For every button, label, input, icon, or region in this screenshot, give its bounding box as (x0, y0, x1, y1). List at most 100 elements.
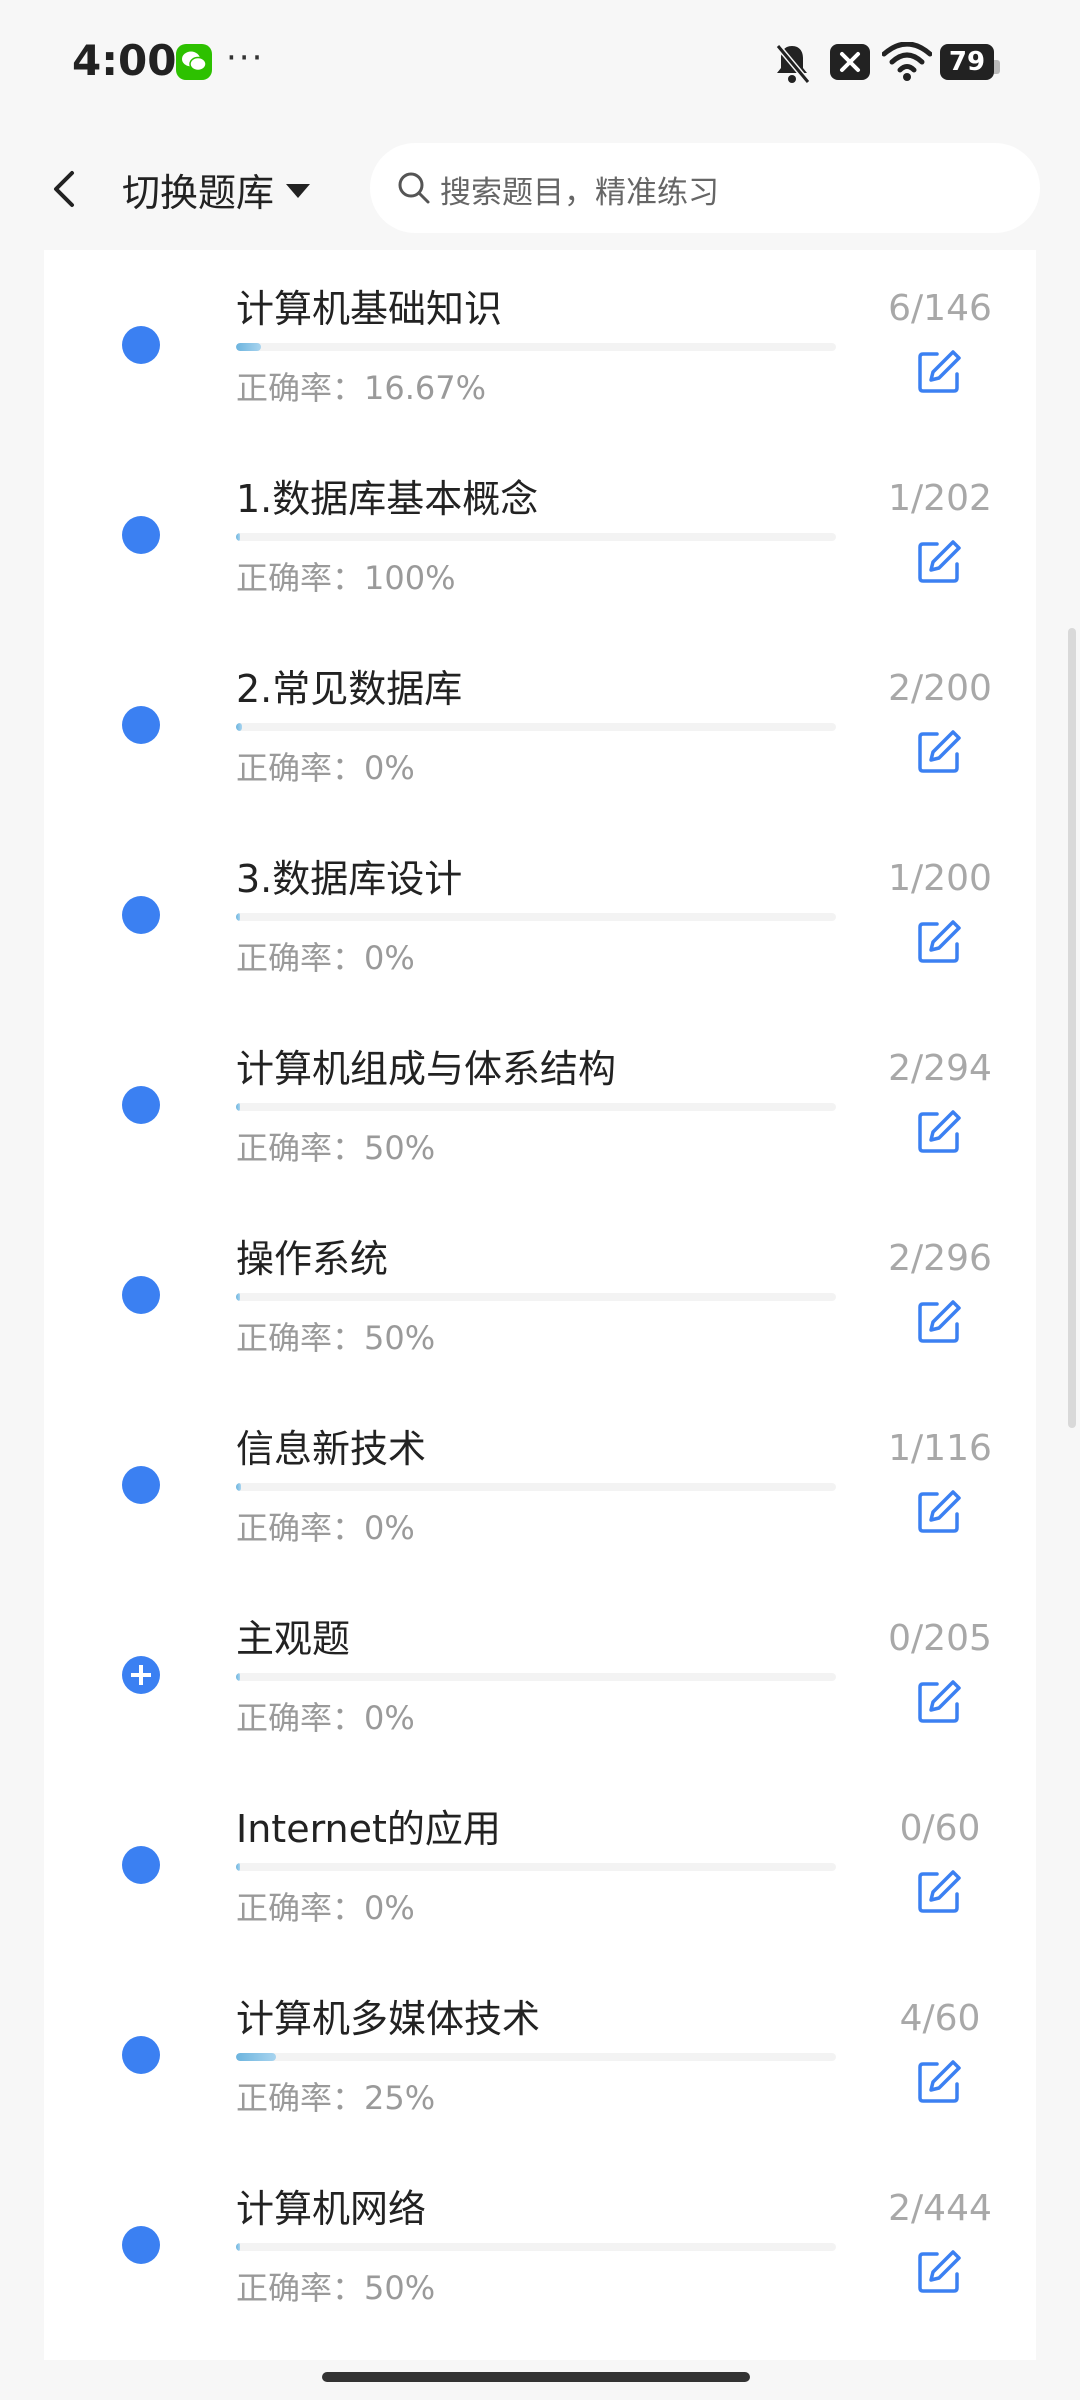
header: 切换题库 搜索题目，精准练习 (0, 125, 1080, 250)
accuracy-text: 正确率：100% (236, 559, 456, 597)
status-dot-icon (122, 2036, 160, 2074)
status-time: 4:00 (72, 36, 177, 85)
status-dot-icon (122, 896, 160, 934)
item-title: 计算机组成与体系结构 (236, 1047, 617, 1091)
edit-icon[interactable] (915, 1866, 965, 1916)
progress-track (236, 533, 836, 541)
status-dot-icon (122, 516, 160, 554)
status-dot-icon (122, 2226, 160, 2264)
status-dot-icon (122, 1276, 160, 1314)
question-bank-list: 计算机基础知识 正确率：16.67% 6/146 1.数据库基本概念 正确率：100% 1… (44, 250, 1036, 2360)
progress-track (236, 1863, 836, 1871)
progress-fill (236, 2053, 277, 2061)
progress-fill (236, 1103, 241, 1111)
edit-icon[interactable] (915, 536, 965, 586)
accuracy-text: 正确率：16.67% (236, 369, 487, 407)
edit-icon[interactable] (915, 1486, 965, 1536)
progress-track (236, 1103, 836, 1111)
progress-count: 2/294 (888, 1048, 992, 1089)
list-item[interactable]: 1.数据库基本概念正确率：100% 1/202 (44, 438, 1036, 628)
progress-count: 0/60 (899, 1808, 981, 1849)
item-title: 计算机基础知识 (236, 287, 503, 331)
progress-count: 2/200 (888, 668, 992, 709)
scrollbar[interactable] (1068, 628, 1076, 1428)
list-item[interactable]: 3.数据库设计 正确率：0% 1/200 (44, 818, 1036, 1008)
accuracy-text: 正确率：25% (236, 2079, 436, 2117)
list-item[interactable]: 信息新技术 正确率：0% 1/116 (44, 1388, 1036, 1578)
accuracy-text: 正确率：0% (236, 939, 415, 977)
list-item[interactable]: 计算机多媒体技术正确率：25% 4/60 (44, 1958, 1036, 2148)
progress-fill (236, 2243, 240, 2251)
progress-count: 2/444 (888, 2188, 992, 2229)
progress-track (236, 1673, 836, 1681)
accuracy-text: 正确率：50% (236, 2269, 436, 2307)
close-box-icon (830, 44, 870, 80)
status-dot-icon (122, 706, 160, 744)
progress-track (236, 1293, 836, 1301)
item-title: 计算机多媒体技术 (236, 1997, 541, 2041)
wifi-icon (882, 42, 932, 81)
list-item[interactable]: 2.常见数据库 正确率：0% 2/200 (44, 628, 1036, 818)
status-dot-icon (122, 1086, 160, 1124)
accuracy-text: 正确率：50% (236, 1319, 436, 1357)
progress-fill (236, 1483, 242, 1491)
battery-icon: 79 (940, 44, 1000, 80)
progress-track (236, 1483, 836, 1491)
progress-count: 4/60 (899, 1998, 981, 2039)
progress-count: 1/200 (888, 858, 992, 899)
status-dot-icon (122, 1466, 160, 1504)
edit-icon[interactable] (915, 916, 965, 966)
progress-count: 0/205 (888, 1618, 992, 1659)
accuracy-text: 正确率：0% (236, 1699, 415, 1737)
edit-icon[interactable] (915, 1676, 965, 1726)
progress-count: 6/146 (888, 288, 992, 329)
more-icon: ··· (226, 38, 265, 78)
expand-plus-icon[interactable] (122, 1656, 160, 1694)
progress-track (236, 343, 836, 351)
list-item[interactable]: 主观题正确率：0% 0/205 (44, 1578, 1036, 1768)
status-dot-icon (122, 326, 160, 364)
back-icon[interactable] (44, 159, 84, 219)
home-indicator[interactable] (322, 2372, 750, 2382)
progress-count: 1/202 (888, 478, 992, 519)
edit-icon[interactable] (915, 346, 965, 396)
accuracy-text: 正确率：0% (236, 1509, 415, 1547)
progress-track (236, 2053, 836, 2061)
mute-icon (775, 44, 811, 84)
progress-fill (236, 1293, 241, 1301)
search-input[interactable]: 搜索题目，精准练习 (370, 143, 1040, 233)
progress-track (236, 913, 836, 921)
list-item[interactable]: 计算机基础知识正确率：16.67% 6/146 (44, 248, 1036, 438)
edit-icon[interactable] (915, 726, 965, 776)
progress-fill (236, 533, 240, 541)
item-title: 信息新技术 (236, 1427, 427, 1471)
status-dot-icon (122, 1846, 160, 1884)
search-placeholder: 搜索题目，精准练习 (440, 175, 719, 211)
progress-fill (236, 1673, 240, 1681)
wechat-icon (176, 44, 212, 80)
accuracy-text: 正确率：50% (236, 1129, 436, 1167)
edit-icon[interactable] (915, 1106, 965, 1156)
progress-track (236, 2243, 836, 2251)
progress-count: 2/296 (888, 1238, 992, 1279)
switch-bank-button[interactable]: 切换题库 (122, 159, 311, 219)
list-item[interactable]: 计算机组成与体系结构正确率：50% 2/294 (44, 1008, 1036, 1198)
list-item[interactable]: 操作系统正确率：50% 2/296 (44, 1198, 1036, 1388)
edit-icon[interactable] (915, 2246, 965, 2296)
accuracy-text: 正确率：0% (236, 749, 415, 787)
item-title: Internet的应用 (236, 1807, 501, 1851)
list-item[interactable]: 计算机网络正确率：50% 2/444 (44, 2148, 1036, 2338)
progress-track (236, 723, 836, 731)
list-item[interactable]: Internet的应用正确率：0% 0/60 (44, 1768, 1036, 1958)
item-title: 计算机网络 (236, 2187, 427, 2231)
item-title: 主观题 (236, 1617, 351, 1661)
accuracy-text: 正确率：0% (236, 1889, 415, 1927)
progress-fill (236, 343, 261, 351)
edit-icon[interactable] (915, 2056, 965, 2106)
item-title: 1.数据库基本概念 (236, 477, 539, 521)
battery-level: 79 (948, 47, 986, 77)
edit-icon[interactable] (915, 1296, 965, 1346)
progress-fill (236, 1863, 240, 1871)
item-title: 操作系统 (236, 1237, 389, 1281)
caret-down-icon (286, 184, 311, 198)
